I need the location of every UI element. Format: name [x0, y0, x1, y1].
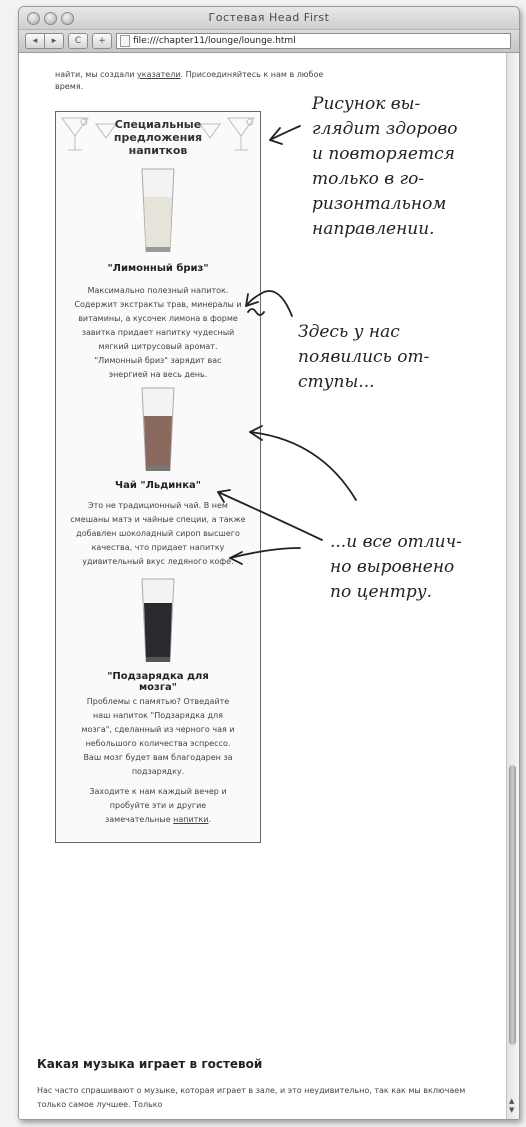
arrow-to-paragraph	[249, 431, 357, 501]
arrow-to-glass	[217, 491, 323, 541]
arrow-to-banner	[269, 125, 301, 141]
padding-squiggle-icon	[247, 308, 265, 316]
annotation-arrows	[217, 125, 357, 565]
